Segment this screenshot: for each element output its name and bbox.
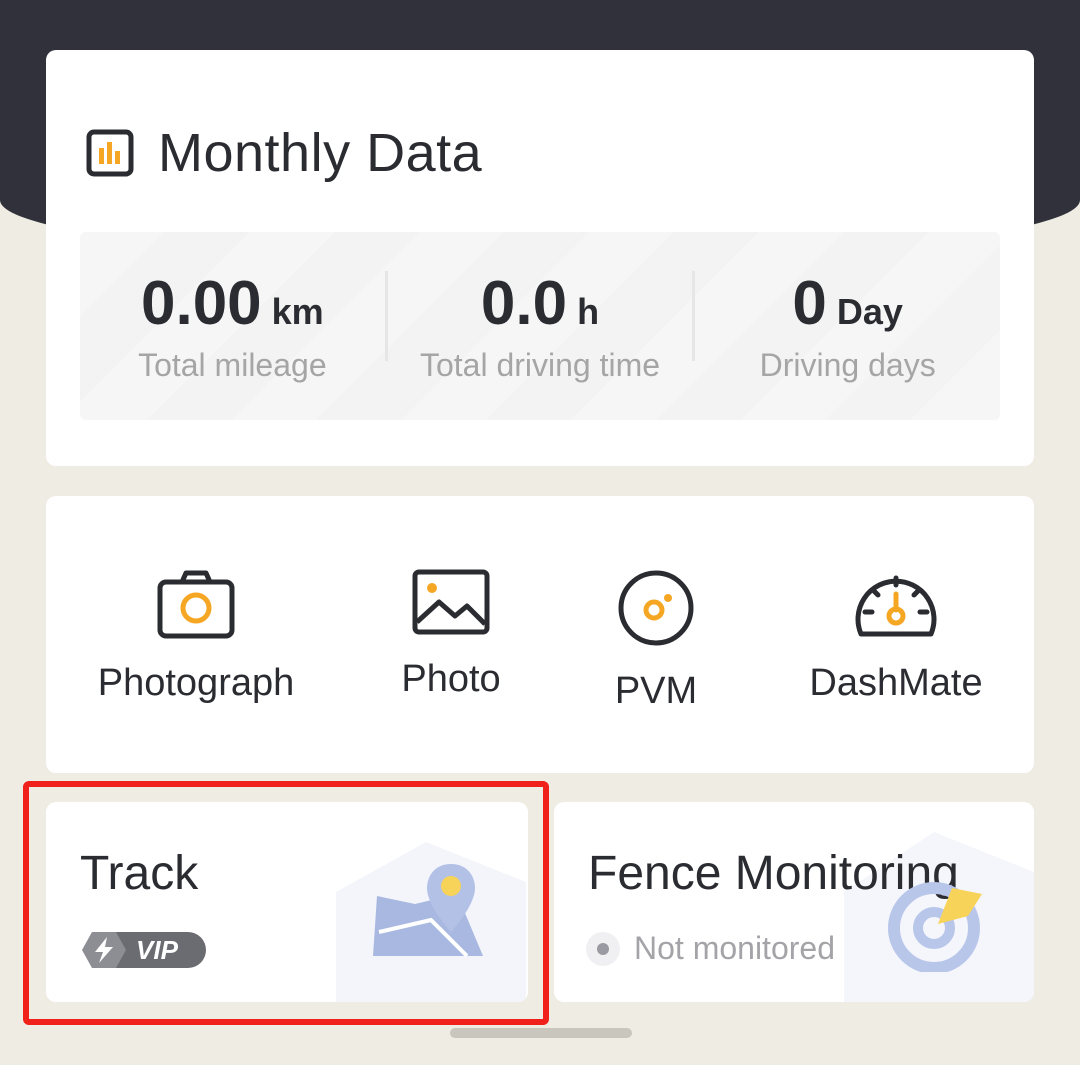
image-icon xyxy=(412,569,490,635)
stat-label: Driving days xyxy=(759,347,936,383)
monthly-title: Monthly Data xyxy=(158,123,483,183)
status-dot-icon xyxy=(586,931,620,966)
stat-driving-time: 0.0 h Total driving time xyxy=(388,268,693,384)
tool-label: DashMate xyxy=(809,662,983,704)
fence-status: Not monitored xyxy=(586,930,835,967)
tools-card: Photograph Photo PVM DashMate xyxy=(46,496,1034,773)
tool-photograph[interactable]: Photograph xyxy=(86,568,306,705)
monthly-data-card[interactable]: Monthly Data 0.00 km Total mileage 0.0 h T… xyxy=(46,50,1034,466)
tool-label: Photograph xyxy=(97,662,295,704)
tool-label: Photo xyxy=(401,658,501,700)
track-highlight-box xyxy=(23,781,549,1025)
stat-unit: Day xyxy=(836,291,903,332)
stat-driving-days: 0 Day Driving days xyxy=(695,268,1000,384)
stats-panel: 0.00 km Total mileage 0.0 h Total driving … xyxy=(80,232,1000,420)
stat-unit: h xyxy=(577,291,600,332)
stat-value: 0.0 xyxy=(480,269,568,338)
status-text: Not monitored xyxy=(634,930,835,966)
stat-mileage: 0.00 km Total mileage xyxy=(80,268,385,384)
bar-chart-icon xyxy=(86,129,134,177)
tool-pvm[interactable]: PVM xyxy=(586,568,726,713)
pvm-icon xyxy=(618,570,694,646)
fence-monitoring-card[interactable]: Fence Monitoring Not monitored xyxy=(554,802,1034,1002)
monthly-header: Monthly Data xyxy=(86,122,482,184)
stat-label: Total driving time xyxy=(419,347,661,383)
stat-value: 0.00 xyxy=(140,269,262,338)
tool-label: PVM xyxy=(614,670,698,712)
target-icon xyxy=(888,882,982,972)
stat-unit: km xyxy=(271,291,324,332)
camera-icon xyxy=(157,570,235,639)
tool-dashmate[interactable]: DashMate xyxy=(786,568,1006,705)
stat-label: Total mileage xyxy=(138,347,327,383)
home-indicator[interactable] xyxy=(450,1028,632,1038)
stat-value: 0 xyxy=(792,269,827,338)
tool-photo[interactable]: Photo xyxy=(376,568,526,701)
speedometer-icon xyxy=(855,575,937,637)
